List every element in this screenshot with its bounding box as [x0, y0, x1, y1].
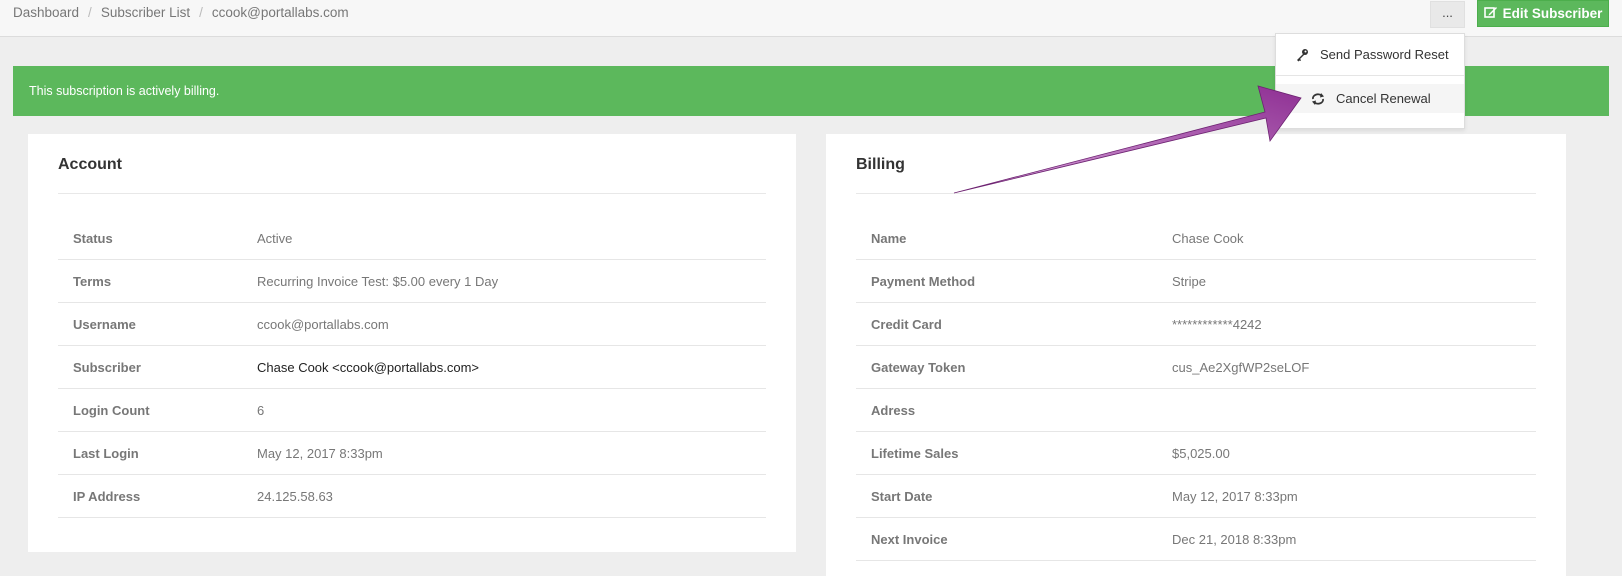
billing-title: Billing: [856, 156, 905, 173]
table-row: Lifetime Sales $5,025.00: [856, 432, 1536, 475]
row-label: Start Date: [871, 488, 933, 504]
table-row: Username ccook@portallabs.com: [58, 303, 766, 346]
row-value: Active: [257, 230, 293, 246]
row-value: ccook@portallabs.com: [257, 316, 389, 332]
row-label: Username: [73, 316, 136, 332]
table-row: IP Address 24.125.58.63: [58, 475, 766, 518]
row-label: IP Address: [73, 488, 141, 504]
table-row: Start Date May 12, 2017 8:33pm: [856, 475, 1536, 518]
top-bar: Dashboard / Subscriber List / ccook@port…: [0, 0, 1622, 37]
row-value: Chase Cook <ccook@portallabs.com>: [257, 359, 480, 375]
table-row: Status Active: [58, 217, 766, 260]
row-value: 24.125.58.63: [257, 488, 333, 504]
edit-subscriber-label: Edit Subscriber: [1502, 6, 1603, 21]
key-icon: [1294, 48, 1310, 62]
refresh-icon: [1310, 92, 1326, 106]
table-row: Subscriber Chase Cook <ccook@portallabs.c…: [58, 346, 766, 389]
table-row: Terms Recurring Invoice Test: $5.00 every…: [58, 260, 766, 303]
table-row: Name Chase Cook: [856, 217, 1536, 260]
divider: [58, 193, 766, 194]
menu-item-label: Cancel Renewal: [1336, 91, 1431, 106]
more-actions-button[interactable]: ...: [1430, 1, 1465, 28]
table-row: Login Count 6: [58, 389, 766, 432]
billing-panel: Billing Name Chase Cook Payment Method Str…: [826, 134, 1566, 576]
row-label: Status: [73, 230, 113, 246]
cancel-renewal-menu-item[interactable]: Cancel Renewal: [1276, 84, 1464, 113]
row-value: 6: [257, 402, 265, 418]
table-row: Gateway Token cus_Ae2XgfWP2seLOF: [856, 346, 1536, 389]
row-label: Subscriber: [73, 359, 141, 375]
row-value: May 12, 2017 8:33pm: [1172, 488, 1298, 504]
edit-subscriber-button[interactable]: Edit Subscriber: [1477, 0, 1609, 27]
breadcrumb-current: ccook@portallabs.com: [211, 5, 349, 20]
row-label: Gateway Token: [871, 359, 966, 375]
send-password-reset-menu-item[interactable]: Send Password Reset: [1276, 40, 1464, 69]
row-label: Name: [871, 230, 907, 246]
row-label: Adress: [871, 402, 916, 418]
row-value: Recurring Invoice Test: $5.00 every 1 Da…: [257, 273, 499, 289]
row-label: Payment Method: [871, 273, 976, 289]
divider: [856, 193, 1536, 194]
row-label: Next Invoice: [871, 531, 948, 547]
row-value: Stripe: [1172, 273, 1206, 289]
row-value: cus_Ae2XgfWP2seLOF: [1172, 359, 1310, 375]
row-value: Dec 21, 2018 8:33pm: [1172, 531, 1297, 547]
table-row: Adress: [856, 389, 1536, 432]
account-table: Status Active Terms Recurring Invoice Test…: [58, 217, 766, 518]
row-value: Chase Cook: [1172, 230, 1244, 246]
actions-dropdown-menu: Send Password Reset Cancel Renewal: [1275, 33, 1465, 129]
breadcrumb-subscriber-list[interactable]: Subscriber List: [101, 5, 190, 20]
account-title: Account: [58, 156, 122, 173]
table-row: Credit Card ************4242: [856, 303, 1536, 346]
row-label: Last Login: [73, 445, 139, 461]
breadcrumb-dashboard[interactable]: Dashboard: [13, 5, 79, 20]
table-row: Next Invoice Dec 21, 2018 8:33pm: [856, 518, 1536, 561]
row-value: May 12, 2017 8:33pm: [257, 445, 383, 461]
row-label: Terms: [73, 273, 112, 289]
table-row: Payment Method Stripe: [856, 260, 1536, 303]
row-label: Lifetime Sales: [871, 445, 959, 461]
breadcrumb-separator: /: [88, 5, 92, 20]
menu-divider: [1276, 75, 1464, 76]
billing-table: Name Chase Cook Payment Method Stripe Cred…: [856, 217, 1536, 561]
row-value: $5,025.00: [1172, 445, 1230, 461]
account-panel: Account Status Active Terms Recurring Invo…: [28, 134, 796, 552]
breadcrumb-separator: /: [199, 5, 203, 20]
edit-icon: [1483, 5, 1498, 22]
table-row: Last Login May 12, 2017 8:33pm: [58, 432, 766, 475]
row-value: ************4242: [1172, 316, 1262, 332]
menu-item-label: Send Password Reset: [1320, 47, 1449, 62]
row-label: Credit Card: [871, 316, 942, 332]
breadcrumb: Dashboard / Subscriber List / ccook@port…: [13, 5, 349, 20]
row-label: Login Count: [73, 402, 150, 418]
